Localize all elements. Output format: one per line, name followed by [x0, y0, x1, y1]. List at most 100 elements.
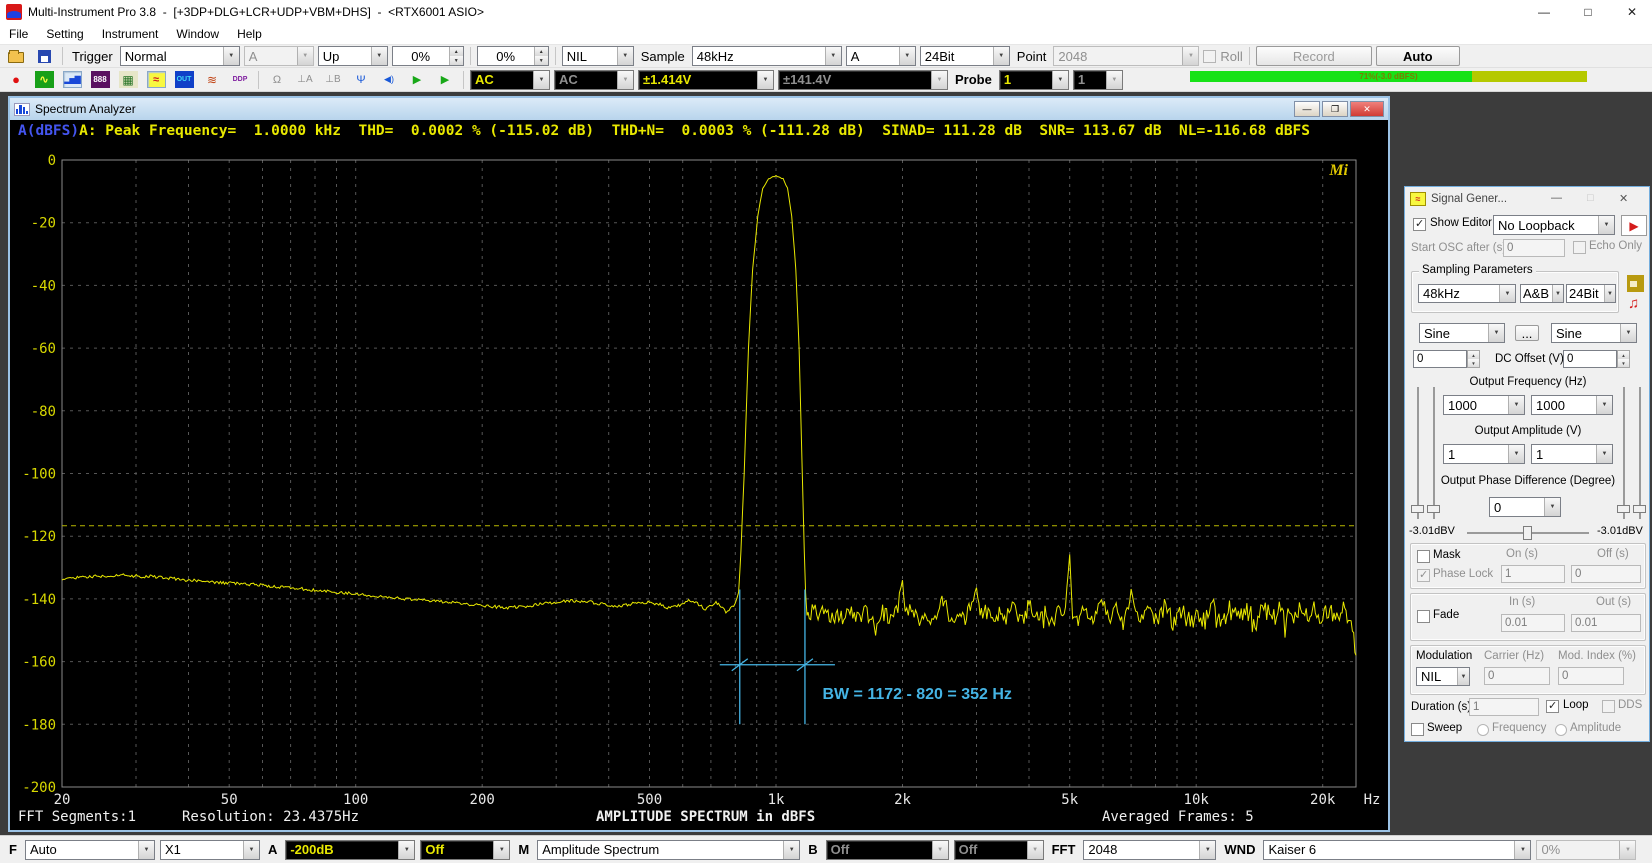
- spectrum-chart[interactable]: 0-20-40-60-80-100-120-140-160-180-200205…: [10, 142, 1388, 828]
- trigger-label: Trigger: [69, 49, 116, 64]
- spectrum-3d-button[interactable]: ▦: [116, 69, 140, 90]
- amplitude-b-select[interactable]: 1▼: [1531, 444, 1613, 464]
- amplitude-a-slider[interactable]: [1417, 387, 1419, 519]
- waveform-b-select[interactable]: Sine▼: [1551, 323, 1637, 343]
- maximize-button[interactable]: □: [1568, 0, 1608, 24]
- trigger-edge-select[interactable]: Up▼: [318, 46, 388, 66]
- chevron-down-icon: ▼: [1508, 396, 1524, 414]
- multimeter-button[interactable]: 888: [88, 69, 112, 90]
- bit-depth-select[interactable]: 24Bit▼: [920, 46, 1010, 66]
- chevron-down-icon: ▼: [493, 841, 509, 859]
- show-editor-checkbox[interactable]: [1413, 218, 1426, 231]
- measurement-mode-select[interactable]: Amplitude Spectrum▼: [537, 840, 800, 860]
- frequency-b-slider[interactable]: [1623, 387, 1625, 519]
- siggen-channels-select[interactable]: A&B▼: [1520, 284, 1564, 303]
- signal-generator-titlebar[interactable]: ≈ Signal Gener... — □ ✕: [1405, 187, 1649, 211]
- coupling-a-select[interactable]: AC▼: [470, 70, 550, 90]
- chevron-down-icon: ▼: [1596, 445, 1612, 463]
- trigger-mode-select[interactable]: Normal▼: [120, 46, 240, 66]
- slider-thumb[interactable]: [1617, 505, 1630, 513]
- probe-calibration-button[interactable]: Ψ: [349, 69, 373, 90]
- probe-a-select[interactable]: 1▼: [999, 70, 1069, 90]
- fade-checkbox[interactable]: [1417, 610, 1430, 623]
- dc-offset-a-stepper[interactable]: ▲▼: [1467, 350, 1480, 368]
- siggen-rate-select[interactable]: 48kHz▼: [1418, 284, 1516, 303]
- sampling-rate-select[interactable]: 48kHz▼: [692, 46, 842, 66]
- loopback-select[interactable]: No Loopback▼: [1493, 215, 1615, 235]
- trigger-delay-stepper[interactable]: 0%▲▼: [477, 46, 549, 66]
- a-mode-select[interactable]: Off▼: [420, 840, 510, 860]
- spin-up-icon[interactable]: ▲: [450, 47, 463, 56]
- run-echo-button[interactable]: ▶: [433, 69, 457, 90]
- chevron-down-icon: ▼: [1620, 324, 1636, 342]
- roll-checkbox: [1203, 50, 1216, 63]
- sound-output-button[interactable]: ◀): [377, 69, 401, 90]
- frequency-a-select[interactable]: 1000▼: [1443, 395, 1525, 415]
- spectrum-analyzer-button[interactable]: ▂▅▇: [60, 69, 84, 90]
- menu-instrument[interactable]: Instrument: [93, 25, 168, 43]
- derived-data-button[interactable]: ≋: [200, 69, 224, 90]
- slider-thumb[interactable]: [1633, 505, 1646, 513]
- dc-offset-a-input[interactable]: [1413, 350, 1467, 368]
- duration-input[interactable]: [1469, 698, 1539, 716]
- dc-offset-b-stepper[interactable]: ▲▼: [1617, 350, 1630, 368]
- device-output-icon: OUT: [175, 71, 194, 88]
- signal-generator-button[interactable]: ≈: [144, 69, 168, 90]
- frequency-axis-select[interactable]: Auto▼: [25, 840, 155, 860]
- amplitude-b-slider[interactable]: [1639, 387, 1641, 519]
- device-output-button[interactable]: OUT: [172, 69, 196, 90]
- spin-down-icon[interactable]: ▼: [535, 56, 548, 65]
- a-range-select[interactable]: -200dB▼: [285, 840, 415, 860]
- oscilloscope-button[interactable]: ∿: [32, 69, 56, 90]
- menu-window[interactable]: Window: [167, 25, 228, 43]
- auto-button[interactable]: Auto: [1376, 46, 1460, 66]
- window-close-button[interactable]: ✕: [1350, 101, 1384, 117]
- slider-thumb[interactable]: [1523, 526, 1532, 540]
- menu-setting[interactable]: Setting: [37, 25, 92, 43]
- siggen-save-icon[interactable]: [1627, 275, 1644, 292]
- frequency-reject-select[interactable]: NIL▼: [562, 46, 634, 66]
- frequency-b-select[interactable]: 1000▼: [1531, 395, 1613, 415]
- close-button[interactable]: ✕: [1612, 0, 1652, 24]
- dc-offset-b-input[interactable]: [1563, 350, 1617, 368]
- phase-slider[interactable]: [1467, 532, 1589, 534]
- range-a-select[interactable]: ±1.414V▼: [638, 70, 774, 90]
- slider-thumb[interactable]: [1427, 505, 1440, 513]
- record-stop-button[interactable]: ●: [4, 69, 28, 90]
- frequency-a-slider[interactable]: [1433, 387, 1435, 519]
- menu-help[interactable]: Help: [228, 25, 271, 43]
- sampling-channel-select[interactable]: A▼: [846, 46, 916, 66]
- run-button[interactable]: ▶: [405, 69, 429, 90]
- music-notes-icon[interactable]: ♫: [1628, 295, 1639, 312]
- trigger-level-stepper[interactable]: 0%▲▼: [392, 46, 464, 66]
- ddp-viewer-button[interactable]: DDP: [228, 69, 252, 90]
- save-button[interactable]: [32, 46, 56, 67]
- loop-checkbox[interactable]: [1546, 700, 1559, 713]
- amplitude-a-select[interactable]: 1▼: [1443, 444, 1525, 464]
- siggen-start-button[interactable]: ▶: [1621, 215, 1647, 236]
- roll-label: Roll: [1220, 49, 1242, 64]
- waveform-a-select[interactable]: Sine▼: [1419, 323, 1505, 343]
- menu-file[interactable]: File: [0, 25, 37, 43]
- siggen-close-button[interactable]: ✕: [1619, 192, 1628, 205]
- window-restore-button[interactable]: ❐: [1322, 101, 1348, 117]
- fft-size-select[interactable]: 2048▼: [1083, 840, 1216, 860]
- window-minimize-button[interactable]: —: [1294, 101, 1320, 117]
- spectrum-window-titlebar[interactable]: Spectrum Analyzer — ❐ ✕: [10, 98, 1388, 120]
- siggen-bits-select[interactable]: 24Bit▼: [1566, 284, 1616, 303]
- window-function-select[interactable]: Kaiser 6▼: [1263, 840, 1531, 860]
- phase-select[interactable]: 0▼: [1489, 497, 1561, 517]
- spin-up-icon[interactable]: ▲: [535, 47, 548, 56]
- modulation-select[interactable]: NIL▼: [1416, 667, 1470, 686]
- x-multiplier-select[interactable]: X1▼: [160, 840, 260, 860]
- siggen-minimize-button[interactable]: —: [1551, 192, 1562, 204]
- open-file-button[interactable]: [4, 46, 28, 67]
- phase-lock-label: Phase Lock: [1433, 568, 1493, 580]
- slider-thumb[interactable]: [1411, 505, 1424, 513]
- readout-channel-prefix: A(dBFS): [18, 123, 79, 139]
- waveform-more-button[interactable]: ...: [1515, 325, 1539, 341]
- mask-checkbox[interactable]: [1417, 550, 1430, 563]
- spin-down-icon[interactable]: ▼: [450, 56, 463, 65]
- minimize-button[interactable]: —: [1524, 0, 1564, 24]
- sweep-checkbox[interactable]: [1411, 723, 1424, 736]
